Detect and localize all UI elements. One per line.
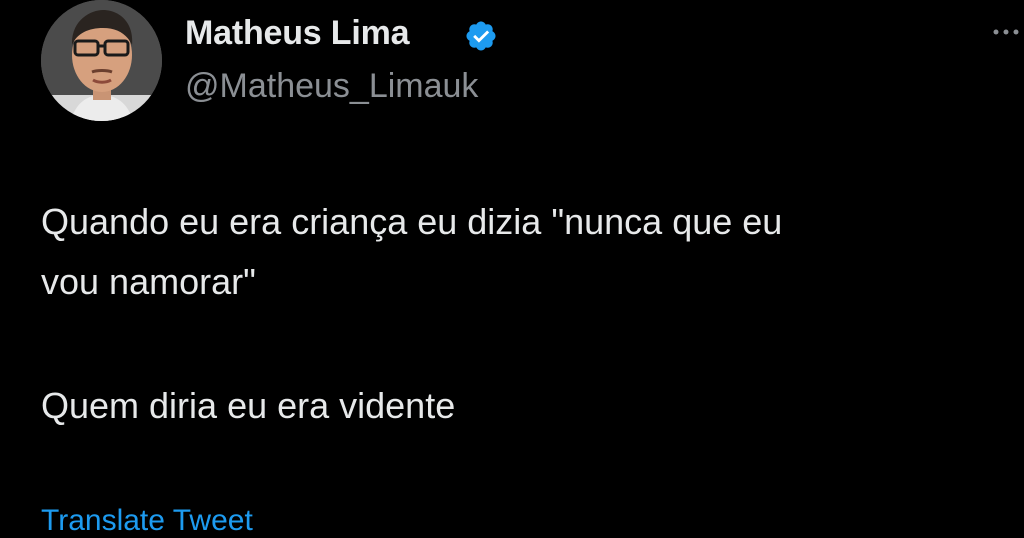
tweet-line: Quem diria eu era vidente	[41, 385, 456, 426]
translate-tweet-link[interactable]: Translate Tweet	[41, 504, 253, 538]
avatar[interactable]	[41, 0, 162, 121]
display-name[interactable]: Matheus Lima	[185, 14, 410, 53]
more-options-icon[interactable]	[990, 22, 1024, 42]
author-handle[interactable]: @Matheus_Limauk	[185, 67, 478, 106]
tweet-line: vou namorar"	[41, 261, 256, 302]
verified-badge-icon	[466, 21, 496, 51]
tweet-text: Quando eu era criança eu dizia "nunca qu…	[41, 192, 1001, 436]
profile-photo-icon	[41, 0, 162, 121]
tweet-line: Quando eu era criança eu dizia "nunca qu…	[41, 201, 783, 242]
